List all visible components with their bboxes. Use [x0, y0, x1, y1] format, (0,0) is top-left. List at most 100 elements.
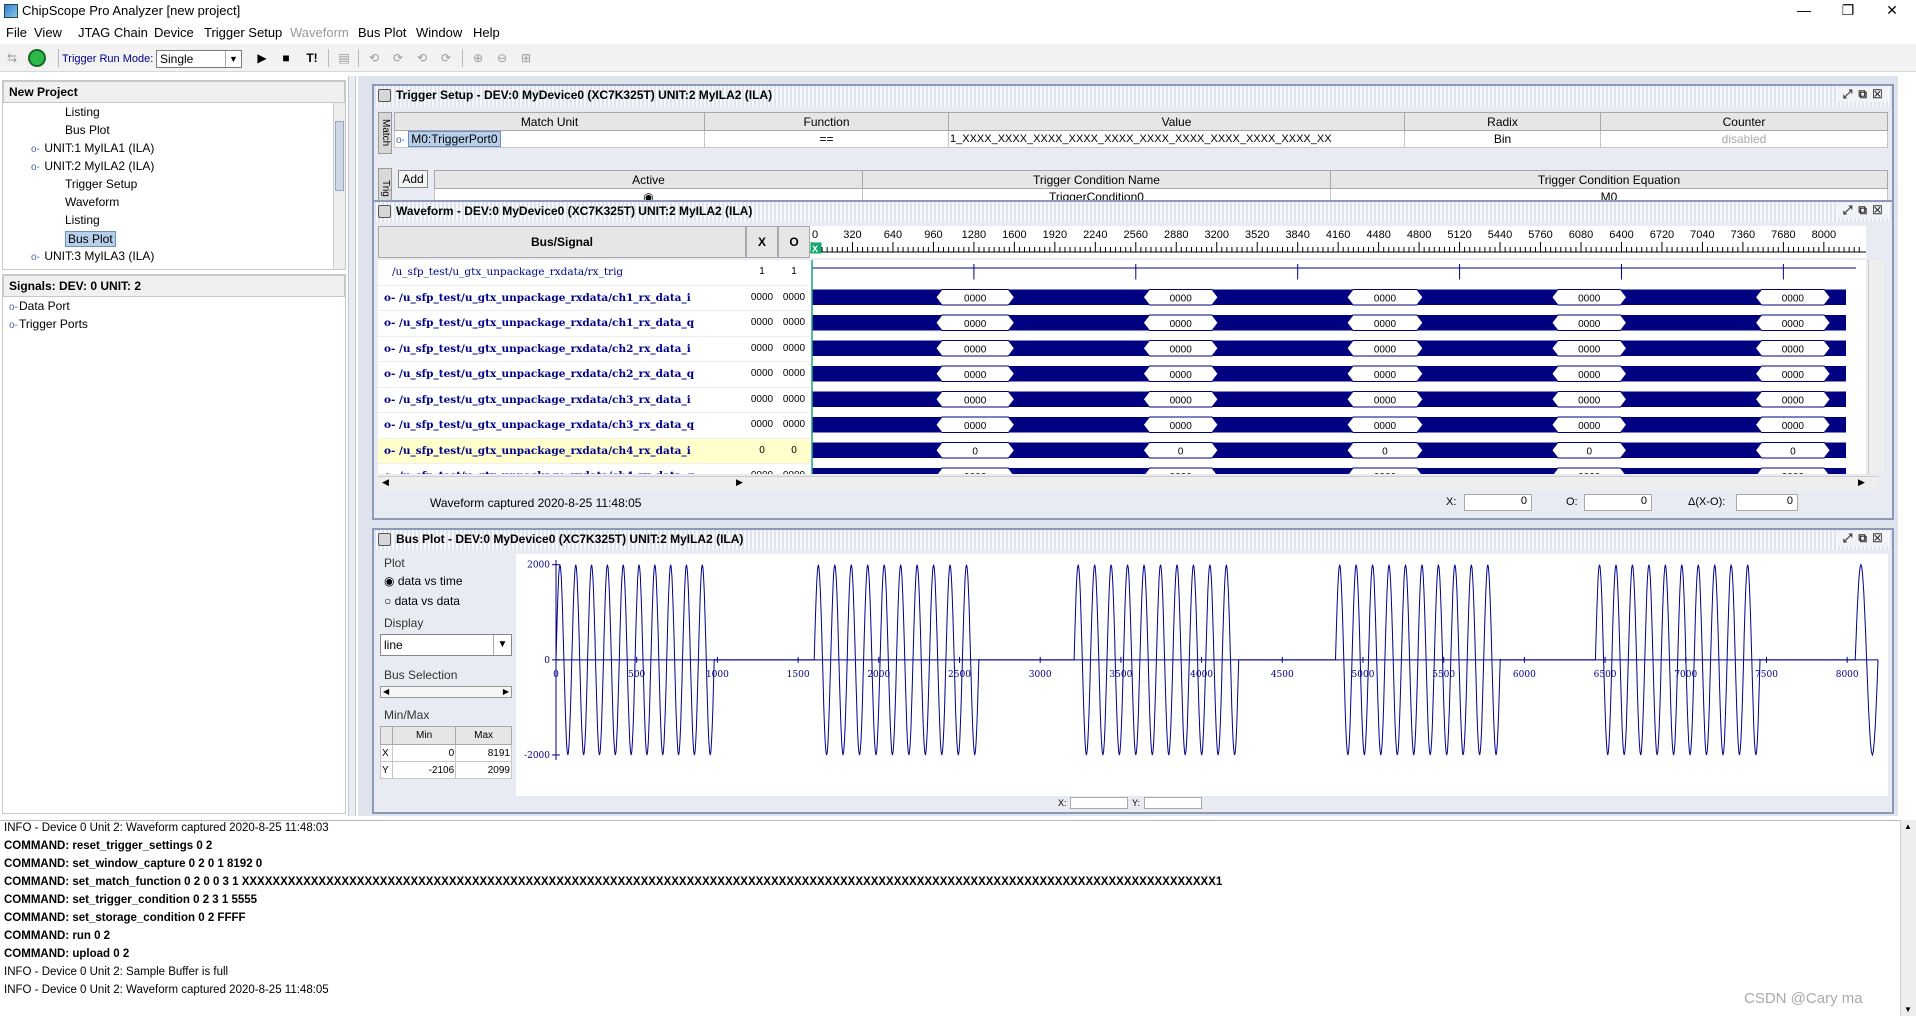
counter-cell[interactable]: disabled — [1600, 130, 1888, 148]
menu-jtag-chain[interactable]: JTAG Chain — [78, 25, 148, 40]
toolbar: ⇆ Trigger Run Mode: Single ▼ ▶ ■ T! ▤ ⟲ … — [0, 44, 1916, 72]
toolbar-separator — [328, 49, 329, 67]
bus-value-label: 0000 — [1782, 344, 1805, 355]
tree-expander-icon[interactable]: o- — [31, 162, 41, 173]
match-unit-cell[interactable]: o- M0:TriggerPort0 — [394, 130, 705, 148]
max-cell: 2099 — [455, 761, 512, 779]
zoom-fit-icon[interactable]: ⊞ — [518, 50, 534, 66]
run-button[interactable]: ▶ — [254, 50, 270, 66]
scroll-left-icon[interactable]: ◀ — [382, 477, 389, 488]
project-tree-scrollbar[interactable] — [333, 103, 345, 269]
trigger-run-mode-select[interactable]: Single ▼ — [156, 50, 242, 68]
waveform-area[interactable]: 0000 0000 0000 0000 00000000 0000 0000 0000 0000… — [810, 260, 1866, 474]
tree-item-unit1[interactable]: o- UNIT:1 MyILA1 (ILA) — [31, 141, 154, 155]
window-controls[interactable]: ⤢⧉☒ — [1836, 531, 1888, 546]
bus-value-label: 0000 — [964, 293, 987, 304]
signal-row[interactable]: o- /u_sfp_test/u_gtx_unpackage_rxdata/ch… — [378, 337, 810, 362]
x-tick-label: 3500 — [1109, 670, 1132, 680]
zoom-out-icon[interactable]: ⊖ — [494, 50, 510, 66]
tree-expander-icon[interactable]: o- — [9, 302, 19, 313]
scroll-left-icon[interactable]: ◀ — [383, 687, 389, 696]
scrollbar-thumb[interactable] — [335, 121, 344, 191]
connect-status-icon[interactable] — [28, 49, 46, 67]
signal-row[interactable]: o- /u_sfp_test/u_gtx_unpackage_rxdata/ch… — [378, 464, 810, 474]
tree-expander-icon[interactable]: o- — [31, 144, 41, 155]
save-icon[interactable]: ▤ — [336, 50, 352, 66]
col-condition-equation: Trigger Condition Equation — [1330, 170, 1888, 189]
time-ruler[interactable]: 0 320 640 960 1280 1600 1920 2240 2560 2880 3200 35… — [810, 226, 1866, 258]
o-cursor-field[interactable]: 0 — [1584, 494, 1652, 511]
scroll-right-icon[interactable]: ▶ — [1858, 477, 1865, 488]
menu-trigger-setup[interactable]: Trigger Setup — [204, 25, 282, 40]
tree-item-listing-2[interactable]: Listing — [65, 213, 100, 227]
tree-item-trigger-setup[interactable]: Trigger Setup — [65, 177, 137, 191]
stop-button[interactable]: ■ — [278, 50, 294, 66]
signal-row[interactable]: /u_sfp_test/u_gtx_unpackage_rxdata/rx_tr… — [378, 260, 810, 286]
menu-window[interactable]: Window — [416, 25, 462, 40]
menu-waveform[interactable]: Waveform — [290, 25, 349, 40]
x-cursor-field[interactable]: 0 — [1464, 494, 1532, 511]
menu-bus-plot[interactable]: Bus Plot — [358, 25, 406, 40]
signals-data-port[interactable]: o-Data Port — [9, 299, 70, 313]
prev-cursor-icon[interactable]: ⟲ — [366, 50, 382, 66]
radio-data-vs-data[interactable]: ○ data vs data — [384, 594, 460, 608]
signal-row[interactable]: o- /u_sfp_test/u_gtx_unpackage_rxdata/ch… — [378, 438, 810, 464]
prev-edge-icon[interactable]: ⟲ — [414, 50, 430, 66]
tree-item-waveform[interactable]: Waveform — [65, 195, 119, 209]
bus-selection-scroll[interactable]: ◀ ▶ — [380, 686, 512, 698]
add-condition-button[interactable]: Add — [398, 170, 428, 188]
radio-data-vs-time[interactable]: ◉ data vs time — [384, 574, 463, 588]
next-edge-icon[interactable]: ⟳ — [438, 50, 454, 66]
scroll-up-icon[interactable]: ▲ — [1904, 822, 1912, 831]
signal-x-value: 0000 — [750, 368, 774, 379]
waveform-vscrollbar[interactable] — [1868, 260, 1884, 474]
bus-value-label: 0000 — [964, 344, 987, 355]
scroll-down-icon[interactable]: ▼ — [1904, 1005, 1912, 1014]
tree-item-bus-plot-selected[interactable]: Bus Plot — [65, 231, 116, 247]
bus-plot-titlebar[interactable]: Bus Plot - DEV:0 MyDevice0 (XC7K325T) UN… — [374, 530, 1892, 550]
value-cell[interactable]: 1_XXXX_XXXX_XXXX_XXXX_XXXX_XXXX_XXXX_XXX… — [948, 130, 1405, 148]
console-scrollbar[interactable]: ▲ ▼ — [1900, 820, 1916, 1016]
signal-row[interactable]: o- /u_sfp_test/u_gtx_unpackage_rxdata/ch… — [378, 388, 810, 413]
scroll-right-icon[interactable]: ▶ — [503, 687, 509, 696]
scroll-right-icon[interactable]: ▶ — [736, 477, 743, 488]
radix-cell[interactable]: Bin — [1404, 130, 1601, 148]
waveform-hscrollbar[interactable]: ◀ ▶ ▶ — [378, 476, 1878, 490]
vertical-splitter[interactable] — [348, 76, 356, 816]
minimize-button[interactable]: — — [1784, 0, 1824, 22]
window-controls[interactable]: ⤢⧉☒ — [1836, 87, 1888, 102]
table-row[interactable]: o- M0:TriggerPort0 == 1_XXXX_XXXX_XXXX_X… — [394, 130, 1888, 148]
menu-help[interactable]: Help — [473, 25, 500, 40]
bus-plot-chart[interactable]: 20000-20000 500 1000 1500 2000 2500 3000 3500 40… — [516, 554, 1888, 796]
tree-item-unit2[interactable]: o- UNIT:2 MyILA2 (ILA) — [31, 159, 154, 173]
jtag-chain-icon[interactable]: ⇆ — [4, 50, 20, 66]
signals-trigger-ports[interactable]: o-Trigger Ports — [9, 317, 88, 331]
tree-expander-icon[interactable]: o- — [31, 252, 41, 263]
menu-view[interactable]: View — [34, 25, 62, 40]
trigger-immediate-button[interactable]: T! — [302, 50, 322, 66]
function-cell[interactable]: == — [704, 130, 949, 148]
signal-row[interactable]: o- /u_sfp_test/u_gtx_unpackage_rxdata/ch… — [378, 311, 810, 337]
match-tab[interactable]: Match — [378, 112, 392, 154]
display-select[interactable]: line ▼ — [380, 634, 512, 656]
signal-row[interactable]: o- /u_sfp_test/u_gtx_unpackage_rxdata/ch… — [378, 362, 810, 388]
col-radix: Radix — [1404, 112, 1601, 131]
delta-field[interactable]: 0 — [1736, 494, 1798, 511]
waveform-titlebar[interactable]: Waveform - DEV:0 MyDevice0 (XC7K325T) UN… — [374, 202, 1892, 222]
next-cursor-icon[interactable]: ⟳ — [390, 50, 406, 66]
signal-row[interactable]: o- /u_sfp_test/u_gtx_unpackage_rxdata/ch… — [378, 286, 810, 311]
tree-item-listing-1[interactable]: Listing — [65, 105, 100, 119]
restore-button[interactable]: ❐ — [1828, 0, 1868, 22]
tree-expander-icon[interactable]: o- — [9, 320, 19, 331]
tree-item-unit3[interactable]: o- UNIT:3 MyILA3 (ILA) — [31, 249, 154, 263]
tree-item-bus-plot-1[interactable]: Bus Plot — [65, 123, 110, 137]
close-button[interactable]: ✕ — [1872, 0, 1912, 22]
signal-o-value: 0 — [791, 444, 797, 456]
zoom-in-icon[interactable]: ⊕ — [470, 50, 486, 66]
menu-device[interactable]: Device — [154, 25, 194, 40]
trigger-setup-titlebar[interactable]: Trigger Setup - DEV:0 MyDevice0 (XC7K325… — [374, 86, 1892, 106]
expander-icon[interactable]: o- — [396, 135, 405, 146]
window-controls[interactable]: ⤢⧉☒ — [1836, 203, 1888, 218]
menu-file[interactable]: File — [6, 25, 27, 40]
signal-row[interactable]: o- /u_sfp_test/u_gtx_unpackage_rxdata/ch… — [378, 413, 810, 439]
